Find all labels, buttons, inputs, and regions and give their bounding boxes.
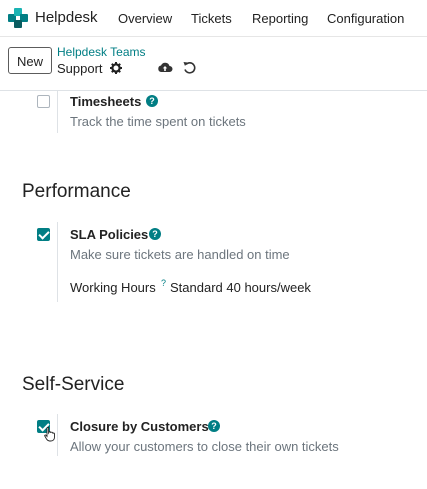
app-name[interactable]: Helpdesk [35, 9, 98, 26]
divider [57, 222, 58, 302]
hand-pointer-icon [44, 427, 55, 442]
control-panel: New Helpdesk Teams Support [0, 37, 427, 91]
sla-title: SLA Policies [70, 227, 149, 242]
helpdesk-logo-icon[interactable] [8, 8, 28, 28]
working-hours-value[interactable]: Standard 40 hours/week [170, 280, 311, 295]
new-button[interactable]: New [8, 47, 52, 74]
top-navbar: Helpdesk Overview Tickets Reporting Conf… [0, 0, 427, 37]
help-icon[interactable]: ? [146, 95, 158, 107]
menu-overview[interactable]: Overview [118, 11, 172, 26]
breadcrumb-helpdesk-teams[interactable]: Helpdesk Teams [57, 45, 146, 59]
cloud-upload-icon[interactable] [157, 60, 173, 74]
section-title-performance: Performance [22, 181, 131, 202]
divider [57, 91, 58, 133]
closure-title: Closure by Customers [70, 419, 209, 434]
undo-icon[interactable] [182, 60, 196, 74]
help-icon[interactable]: ? [208, 420, 220, 432]
closure-description: Allow your customers to close their own … [70, 439, 339, 454]
gear-icon[interactable] [110, 62, 122, 74]
timesheets-checkbox[interactable] [37, 95, 50, 108]
section-title-self-service: Self-Service [22, 374, 125, 395]
working-hours-label: Working Hours [70, 280, 156, 295]
help-icon[interactable]: ? [149, 228, 161, 240]
timesheets-title: Timesheets [70, 94, 142, 109]
divider [57, 414, 58, 456]
sla-description: Make sure tickets are handled on time [70, 247, 290, 262]
working-hours-help[interactable]: ? [161, 278, 166, 288]
menu-tickets[interactable]: Tickets [191, 11, 232, 26]
record-name: Support [57, 61, 103, 76]
menu-configuration[interactable]: Configuration [327, 11, 404, 26]
timesheets-description: Track the time spent on tickets [70, 114, 246, 129]
menu-reporting[interactable]: Reporting [252, 11, 308, 26]
sla-checkbox[interactable] [37, 228, 50, 241]
